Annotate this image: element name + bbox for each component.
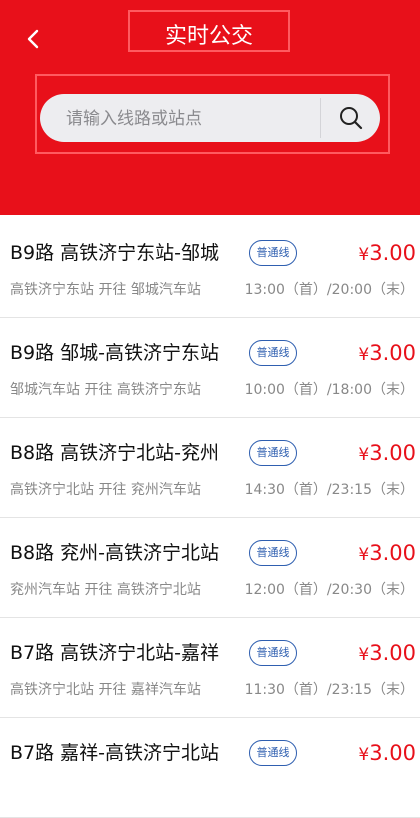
service-hours: 13:00（首）/20:00（末） [244,282,414,298]
chevron-left-icon [27,29,39,49]
route-direction: 兖州汽车站 开往 高铁济宁北站 [10,582,201,598]
fare: ¥3.00 [358,239,416,269]
fare-amount: 3.00 [369,441,416,465]
fare-amount: 3.00 [369,541,416,565]
service-hours: 12:00（首）/20:30（末） [244,582,414,598]
currency-symbol: ¥ [358,645,370,665]
back-button[interactable] [20,24,46,54]
route-row[interactable]: B7路 高铁济宁北站-嘉祥 普通线 ¥3.00 高铁济宁北站 开往 嘉祥汽车站 … [0,618,420,718]
fare-amount: 3.00 [369,741,416,765]
fare: ¥3.00 [358,539,416,569]
service-hours: 14:30（首）/23:15（末） [244,482,414,498]
currency-symbol: ¥ [358,445,370,465]
route-name: B8路 高铁济宁北站-兖州 [10,442,220,464]
search-bar [40,94,380,144]
route-list: B9路 高铁济宁东站-邹城 普通线 ¥3.00 高铁济宁东站 开往 邹城汽车站 … [0,218,420,818]
route-type-badge: 普通线 [249,740,297,766]
route-name: B7路 高铁济宁北站-嘉祥 [10,642,220,664]
route-name: B7路 嘉祥-高铁济宁北站 [10,742,220,764]
service-hours: 10:00（首）/18:00（末） [244,382,414,398]
currency-symbol: ¥ [358,245,370,265]
fare-amount: 3.00 [369,341,416,365]
currency-symbol: ¥ [358,545,370,565]
route-direction: 高铁济宁北站 开往 兖州汽车站 [10,482,201,498]
route-type-badge: 普通线 [249,440,297,466]
route-type-badge: 普通线 [249,540,297,566]
search-icon [339,107,362,130]
route-direction: 高铁济宁东站 开往 邹城汽车站 [10,282,201,298]
search-input[interactable] [64,94,318,144]
route-name: B9路 邹城-高铁济宁东站 [10,342,220,364]
route-direction: 高铁济宁北站 开往 嘉祥汽车站 [10,682,201,698]
service-hours: 11:30（首）/23:15（末） [244,682,414,698]
fare-amount: 3.00 [369,241,416,265]
fare-amount: 3.00 [369,641,416,665]
route-type-badge: 普通线 [249,640,297,666]
route-row[interactable]: B8路 兖州-高铁济宁北站 普通线 ¥3.00 兖州汽车站 开往 高铁济宁北站 … [0,518,420,618]
header-bar: 实时公交 [0,0,420,215]
route-row[interactable]: B9路 高铁济宁东站-邹城 普通线 ¥3.00 高铁济宁东站 开往 邹城汽车站 … [0,218,420,318]
route-direction: 邹城汽车站 开往 高铁济宁东站 [10,382,201,398]
search-button[interactable] [321,94,380,142]
fare: ¥3.00 [358,739,416,769]
route-row[interactable]: B8路 高铁济宁北站-兖州 普通线 ¥3.00 高铁济宁北站 开往 兖州汽车站 … [0,418,420,518]
route-row[interactable]: B9路 邹城-高铁济宁东站 普通线 ¥3.00 邹城汽车站 开往 高铁济宁东站 … [0,318,420,418]
fare: ¥3.00 [358,639,416,669]
page-title: 实时公交 [164,24,253,49]
fare: ¥3.00 [358,439,416,469]
route-type-badge: 普通线 [249,340,297,366]
route-name: B9路 高铁济宁东站-邹城 [10,242,220,264]
route-name: B8路 兖州-高铁济宁北站 [10,542,220,564]
currency-symbol: ¥ [358,745,370,765]
currency-symbol: ¥ [358,345,370,365]
fare: ¥3.00 [358,339,416,369]
route-type-badge: 普通线 [249,240,297,266]
route-row[interactable]: B7路 嘉祥-高铁济宁北站 普通线 ¥3.00 [0,718,420,818]
